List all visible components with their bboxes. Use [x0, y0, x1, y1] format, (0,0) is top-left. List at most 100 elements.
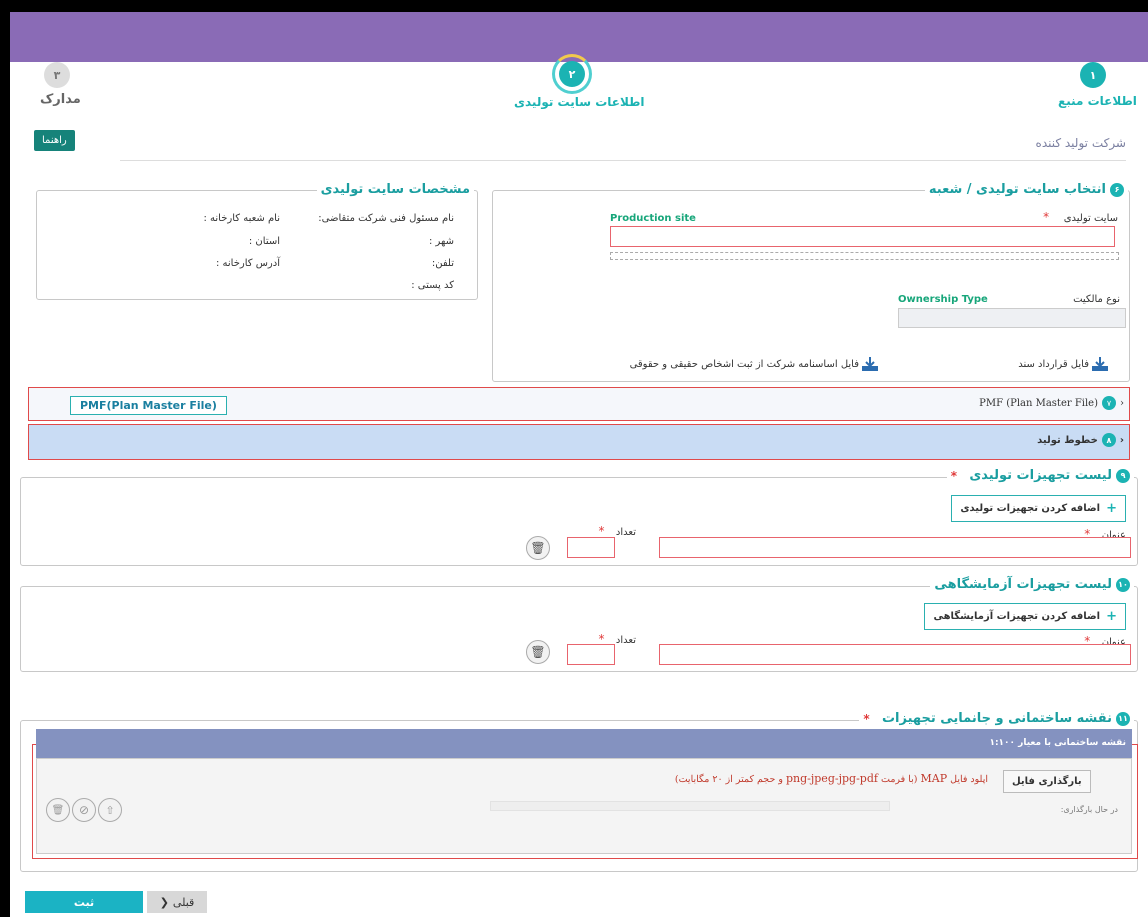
previous-button-label: قبلی: [172, 895, 195, 909]
site-hint: Production site: [610, 213, 696, 224]
add-production-equipment-button[interactable]: + اضافه کردن تجهیزات تولیدی: [951, 495, 1126, 522]
step-2-circle: ۲: [559, 61, 585, 87]
section-title: شرکت تولید کننده: [1035, 136, 1126, 150]
previous-button[interactable]: قبلی ❮: [147, 891, 207, 913]
postal-label: کد پستی :: [411, 280, 454, 291]
required-star: *: [598, 524, 616, 538]
submit-button[interactable]: ثبت: [25, 891, 143, 913]
add-lab-equipment-button[interactable]: + اضافه کردن تجهیزات آزمایشگاهی: [924, 603, 1126, 630]
upload-instructions: اپلود فایل MAP (با فرمت png-jpeg-jpg-pdf…: [675, 772, 988, 785]
cancel-upload-button[interactable]: ⊘: [72, 798, 96, 822]
upload-status: در حال بارگذاری:: [1060, 805, 1118, 814]
add-lab-equipment-label: اضافه کردن تجهیزات آزمایشگاهی: [933, 611, 1101, 622]
add-production-equipment-label: اضافه کردن تجهیزات تولیدی: [960, 503, 1101, 514]
map-panel-header: [36, 729, 1132, 758]
step-1-marker[interactable]: ۱: [1080, 62, 1106, 88]
equipment-count-input[interactable]: [567, 537, 615, 558]
step-1-circle: ۱: [1080, 62, 1106, 88]
step-2-marker[interactable]: ۲: [552, 54, 592, 94]
section-number-6: ۶: [1110, 182, 1124, 197]
step-1-label[interactable]: اطلاعات منبع: [1058, 94, 1137, 108]
count-label-text: تعداد: [615, 635, 636, 646]
site-label: سایت تولیدی *: [1043, 210, 1118, 224]
delete-row-button[interactable]: 🗑: [526, 536, 550, 560]
equipment-title-input[interactable]: [659, 537, 1131, 558]
trash-icon: 🗑: [530, 541, 546, 555]
upload-action-button[interactable]: ⇧: [98, 798, 122, 822]
trash-icon: 🗑: [530, 645, 546, 659]
pmf-button[interactable]: PMF(Plan Master File): [70, 396, 227, 415]
branch-name-label: نام شعبه کارخانه :: [203, 213, 280, 224]
lines-accordion[interactable]: [28, 424, 1130, 460]
lab-title-input[interactable]: [659, 644, 1131, 665]
ownership-field: [898, 308, 1126, 328]
site-select-box: [492, 190, 1130, 382]
chevron-left-icon: ‹: [1119, 434, 1124, 446]
count-label: تعداد *: [598, 524, 636, 538]
upload-actions: 🗑 ⊘ ⇧: [46, 798, 122, 822]
cancel-icon: ⊘: [78, 803, 90, 817]
site-select-title-text: انتخاب سایت تولیدی / شعبه: [928, 182, 1106, 197]
site-specs-title: مشخصات سایت تولیدی: [316, 182, 474, 197]
charter-file-label: فایل اساسنامه شرکت از ثبت اشخاص حقیقی و …: [629, 358, 859, 370]
contract-file-link[interactable]: فایل قرارداد سند: [1018, 357, 1108, 371]
pmf-title: PMF (Plan Master File): [979, 397, 1098, 409]
production-equipment-title: ۹ لیست تجهیزات تولیدی *: [946, 468, 1134, 483]
section-number-7: ۷: [1102, 396, 1116, 410]
trash-icon: 🗑: [51, 804, 65, 816]
responsible-label: نام مسئول فنی شرکت متقاضی:: [318, 213, 454, 224]
lab-equipment-title: ۱۰ لیست تجهیزات آزمایشگاهی: [930, 577, 1134, 592]
upload-file-button[interactable]: بارگذاری فایل: [1003, 770, 1091, 793]
required-star: *: [1043, 210, 1061, 224]
upload-prefix: اپلود فایل: [950, 774, 988, 785]
section-number-8: ۸: [1101, 433, 1116, 447]
ownership-label: نوع مالکیت: [1073, 294, 1120, 305]
section-number-9: ۹: [1116, 468, 1130, 483]
lines-title: خطوط تولید: [1037, 434, 1098, 446]
province-label: استان :: [248, 236, 280, 247]
upload-format-open: (با فرمت: [880, 774, 918, 785]
required-star: *: [950, 468, 966, 483]
ownership-hint: Ownership Type: [898, 294, 988, 305]
step-3-marker[interactable]: ۳: [44, 62, 70, 88]
phone-label: تلفن:: [431, 258, 454, 269]
map-panel-title: نقشه ساختمانی با معیار ۱:۱۰۰: [989, 738, 1126, 748]
count-label-text: تعداد: [615, 527, 636, 538]
upload-map-word: MAP: [920, 772, 948, 785]
step-3-circle: ۳: [44, 62, 70, 88]
section-number-11: ۱۱: [1116, 711, 1130, 726]
site-label-text: سایت تولیدی: [1063, 213, 1118, 224]
upload-arrow-icon: ⇧: [105, 803, 115, 817]
chevron-left-icon: ‹: [1120, 397, 1124, 409]
delete-row-button[interactable]: 🗑: [526, 640, 550, 664]
contract-file-label: فایل قرارداد سند: [1018, 358, 1089, 370]
download-icon: [1092, 357, 1108, 371]
upload-progress-bar: [490, 801, 890, 811]
upload-size: و حجم کمتر از ۲۰ مگابایت): [674, 774, 783, 785]
map-title-text: نقشه ساختمانی و جانمایی تجهیزات: [881, 711, 1112, 726]
production-equipment-title-text: لیست تجهیزات تولیدی: [969, 468, 1112, 483]
chevron-left-icon: ❮: [159, 895, 169, 909]
required-star: *: [863, 711, 878, 726]
upload-format: png-jpeg-jpg-pdf: [785, 772, 878, 785]
step-2-label[interactable]: اطلاعات سایت تولیدی: [514, 95, 645, 109]
production-site-select[interactable]: [610, 226, 1115, 247]
divider: [120, 160, 1126, 161]
site-select-title: ۶ انتخاب سایت تولیدی / شعبه: [924, 182, 1128, 197]
guide-button[interactable]: راهنما: [34, 130, 75, 151]
lab-count-input[interactable]: [567, 644, 615, 665]
plus-icon: +: [1106, 501, 1117, 516]
charter-file-link[interactable]: فایل اساسنامه شرکت از ثبت اشخاص حقیقی و …: [630, 357, 878, 371]
lines-header[interactable]: ‹ ۸ خطوط تولید: [1037, 433, 1124, 447]
delete-file-button[interactable]: 🗑: [46, 798, 70, 822]
step-3-label[interactable]: مدارک: [40, 92, 81, 107]
address-label: آدرس کارخانه :: [215, 258, 280, 269]
plus-icon: +: [1106, 609, 1117, 624]
section-number-10: ۱۰: [1116, 577, 1130, 592]
pmf-header[interactable]: ‹ ۷ PMF (Plan Master File): [979, 396, 1124, 410]
site-dropdown-area[interactable]: [610, 252, 1119, 260]
map-title: ۱۱ نقشه ساختمانی و جانمایی تجهیزات *: [859, 711, 1134, 726]
download-icon: [862, 357, 878, 371]
city-label: شهر :: [428, 236, 454, 247]
lab-equipment-title-text: لیست تجهیزات آزمایشگاهی: [934, 577, 1112, 592]
